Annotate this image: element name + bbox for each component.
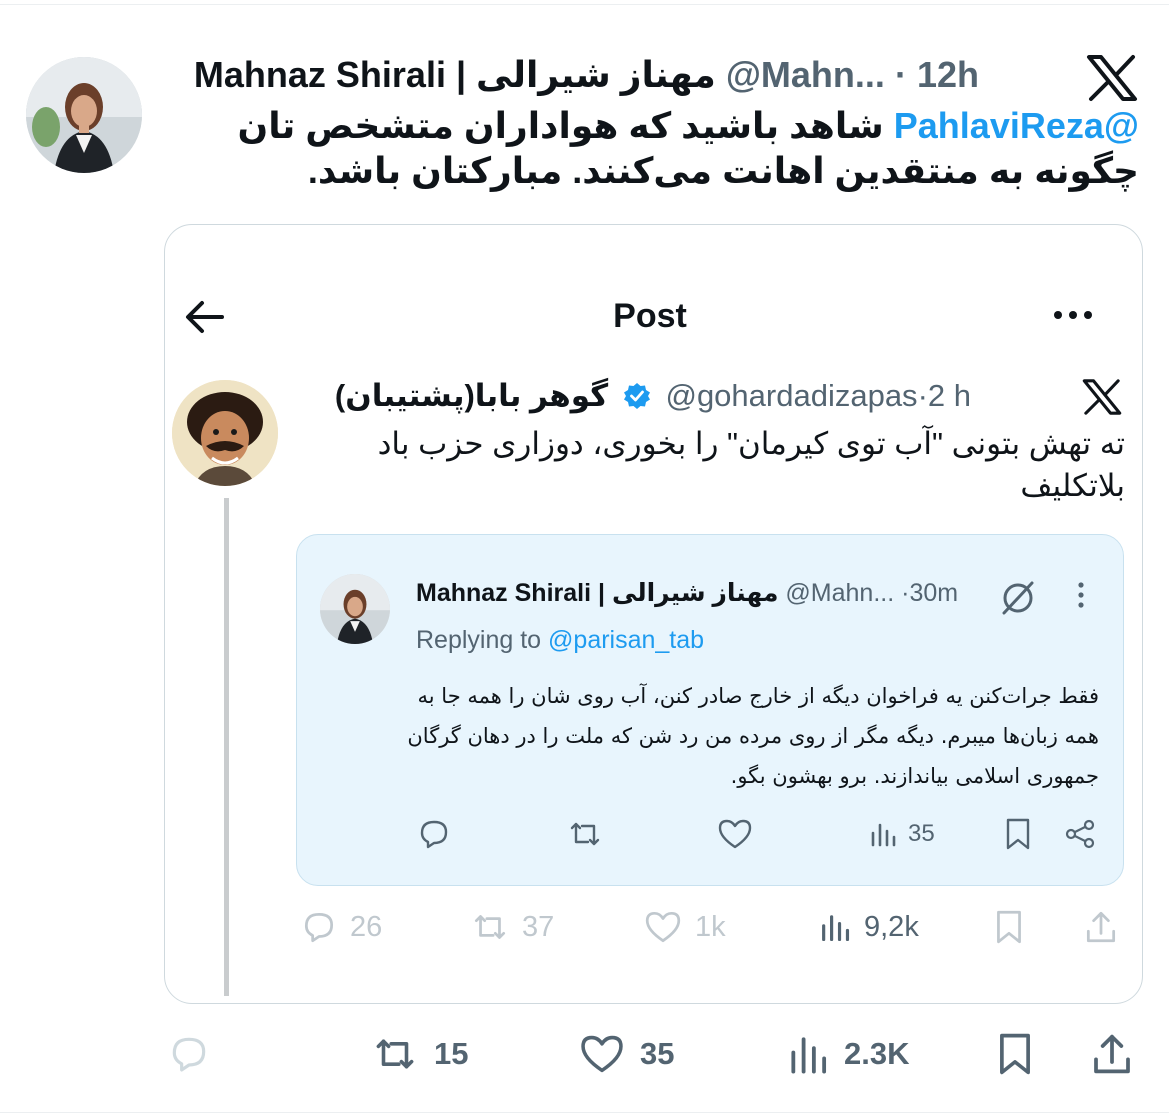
- inner-retweets-count: 37: [522, 910, 555, 943]
- quoted-like-icon: [716, 816, 754, 852]
- quoted-views-icon: [871, 823, 896, 847]
- inner-post-time: 2 h: [927, 378, 971, 413]
- quoted-bookmark-icon: [1002, 816, 1034, 852]
- quoted-author-handle: @Mahn...: [785, 579, 895, 607]
- inner-post-header: گوهر بابا(پشتیبان) @gohardadizapas·2 h: [335, 374, 971, 422]
- meta-separator: ·: [894, 54, 907, 95]
- like-icon: [581, 1035, 623, 1073]
- views-button[interactable]: 2.3K: [786, 1030, 909, 1078]
- inner-reply-icon: [304, 912, 334, 943]
- inner-bookmark-icon: [992, 906, 1026, 948]
- x-logo-icon: [1086, 54, 1138, 102]
- inner-author-name: گوهر بابا(پشتیبان): [334, 378, 609, 413]
- inner-replies: 26: [300, 906, 382, 948]
- more-options-icon: [1048, 300, 1098, 330]
- tweet-text-line1: شاهد باشید که هواداران متشخص تان: [237, 105, 894, 146]
- quoted-post-time: 30m: [909, 579, 959, 607]
- inner-x-logo-icon: [1082, 378, 1122, 416]
- bookmark-icon: [1000, 1033, 1030, 1075]
- retweet-icon: [376, 1039, 414, 1069]
- inner-like-icon: [645, 911, 681, 943]
- reply-icon: [172, 1037, 206, 1072]
- replying-to: Replying to @parisan_tab: [416, 623, 704, 657]
- inner-share-icon: [1082, 906, 1120, 948]
- inner-views-icon: [822, 915, 850, 942]
- replying-label: Replying to: [416, 626, 542, 654]
- quoted-share-icon: [1062, 816, 1098, 852]
- author-name[interactable]: Mahnaz Shirali | مهناز شیرالی: [194, 54, 716, 95]
- quoted-reply-icon: [416, 816, 452, 852]
- reply-button[interactable]: [166, 1030, 212, 1078]
- quoted-views: 35: [868, 816, 935, 852]
- views-icon: [791, 1037, 827, 1074]
- inner-author-avatar: [172, 380, 278, 486]
- tweet-text: @PahlaviReza شاهد باشید که هواداران متشخ…: [179, 103, 1139, 193]
- inner-views: 9,2k: [818, 906, 919, 948]
- inner-views-count: 9,2k: [864, 910, 919, 943]
- inner-author-handle: @gohardadizapas: [665, 378, 918, 413]
- quoted-more-icon: [1072, 578, 1090, 612]
- post-title: Post: [613, 297, 687, 335]
- tweet-header: Mahnaz Shirali | مهناز شیرالی @Mahn... ·…: [194, 55, 979, 95]
- like-button[interactable]: 35: [578, 1030, 674, 1078]
- retweet-button[interactable]: 15: [370, 1030, 468, 1078]
- quoted-author-name: Mahnaz Shirali | مهناز شیرالی: [416, 579, 779, 607]
- grok-icon: [998, 578, 1038, 618]
- author-avatar[interactable]: [26, 57, 142, 173]
- thread-line: [224, 498, 229, 996]
- tweet-text-line2: چگونه به منتقدین اهانت می‌کنند. مبارکتان…: [307, 150, 1139, 191]
- top-divider: [0, 4, 1169, 5]
- quoted-retweet-icon: [566, 816, 604, 852]
- mention-link[interactable]: @PahlaviReza: [894, 105, 1139, 146]
- inner-retweet-icon: [474, 915, 506, 939]
- quoted-post-text: فقط جرات‌کنن یه فراخوان دیگه از خارج صاد…: [407, 684, 1099, 788]
- quoted-post-header: Mahnaz Shirali | مهناز شیرالی @Mahn... ·…: [416, 576, 958, 610]
- inner-likes: 1k: [643, 906, 726, 948]
- inner-post-text: ته تهش بتونی "آب توی کیرمان" را بخوری، د…: [377, 426, 1125, 503]
- quoted-author-avatar: [320, 574, 390, 644]
- share-button[interactable]: [1088, 1030, 1136, 1078]
- bottom-divider: [0, 1112, 1169, 1113]
- like-count: 35: [640, 1036, 675, 1071]
- share-icon: [1094, 1034, 1130, 1074]
- bookmark-button[interactable]: [994, 1030, 1036, 1078]
- inner-retweets: 37: [470, 906, 554, 948]
- quoted-views-count: 35: [908, 820, 935, 847]
- replying-to-handle: @parisan_tab: [548, 626, 705, 654]
- tweet-time[interactable]: 12h: [917, 54, 979, 95]
- inner-likes-count: 1k: [695, 910, 726, 943]
- retweet-count: 15: [434, 1036, 469, 1071]
- inner-meta-separator: ·: [917, 378, 928, 413]
- views-count: 2.3K: [844, 1036, 910, 1071]
- inner-replies-count: 26: [350, 910, 383, 943]
- verified-badge-icon: [623, 378, 651, 422]
- author-handle[interactable]: @Mahn...: [726, 54, 885, 95]
